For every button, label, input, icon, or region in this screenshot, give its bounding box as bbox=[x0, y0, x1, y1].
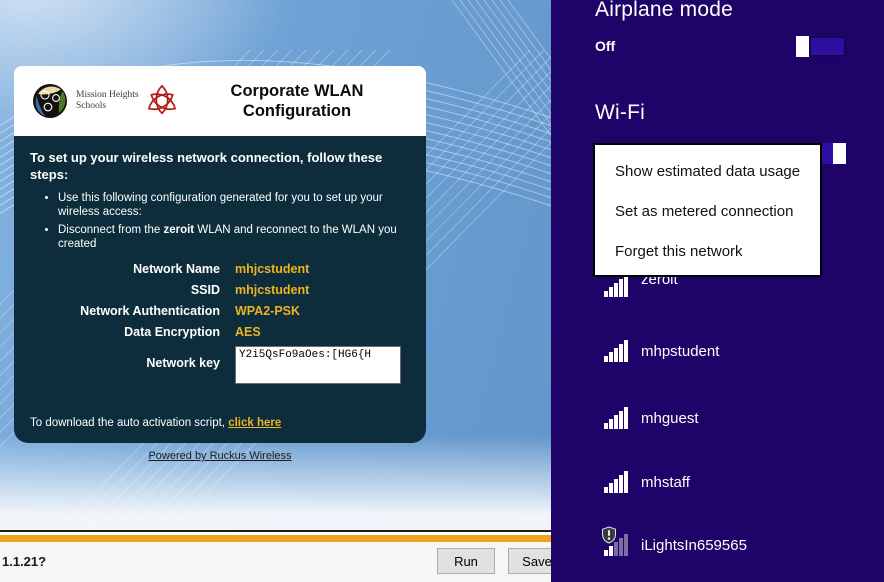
steps-list: Use this following configuration generat… bbox=[46, 192, 410, 251]
toggle-knob bbox=[796, 36, 809, 57]
wifi-signal-icon bbox=[604, 471, 628, 493]
school-koru-logo-icon bbox=[32, 83, 68, 119]
network-name: mhguest bbox=[641, 410, 699, 427]
field-label: SSID bbox=[30, 283, 220, 297]
field-value: WPA2-PSK bbox=[235, 304, 300, 318]
field-label: Network Name bbox=[30, 262, 220, 276]
step-item: Use this following configuration generat… bbox=[58, 192, 410, 219]
powered-by: Powered by Ruckus Wireless bbox=[14, 446, 426, 464]
field-label: Data Encryption bbox=[30, 325, 220, 339]
network-item-mhpstudent[interactable]: mhpstudent bbox=[604, 339, 719, 363]
intro-text: To set up your wireless network connecti… bbox=[30, 149, 422, 183]
field-row-network-key: Network key Y2i5QsFo9aOes:[HG6{H bbox=[30, 346, 410, 384]
menu-item-show-estimated-data-usage[interactable]: Show estimated data usage bbox=[595, 152, 820, 192]
network-name: iLightsIn659565 bbox=[641, 537, 747, 554]
network-key-field[interactable]: Y2i5QsFo9aOes:[HG6{H bbox=[235, 346, 401, 384]
triquetra-icon bbox=[144, 80, 180, 122]
wifi-signal-weak-icon bbox=[604, 534, 628, 556]
notification-warning-stripe bbox=[0, 535, 551, 542]
screen: Mission Heights Schools Corporate WLAN C… bbox=[0, 0, 884, 582]
wifi-signal-icon bbox=[604, 340, 628, 362]
config-fields: Network Name mhjcstudent SSID mhjcstuden… bbox=[30, 262, 410, 384]
download-notification-bar: 1.1.21? Run Save bbox=[0, 530, 551, 582]
menu-item-set-as-metered-connection[interactable]: Set as metered connection bbox=[595, 192, 820, 232]
save-button[interactable]: Save bbox=[508, 548, 551, 574]
network-item-mhstaff[interactable]: mhstaff bbox=[604, 470, 690, 494]
field-row-ssid: SSID mhjcstudent bbox=[30, 283, 410, 297]
network-item-zeroit[interactable]: zeroit bbox=[604, 274, 678, 298]
wifi-signal-icon bbox=[604, 275, 628, 297]
field-label: Network Authentication bbox=[30, 304, 220, 318]
wlan-config-card: Mission Heights Schools Corporate WLAN C… bbox=[14, 66, 426, 443]
network-context-menu: Show estimated data usage Set as metered… bbox=[593, 143, 822, 277]
download-script-line: To download the auto activation script, … bbox=[30, 417, 410, 429]
airplane-mode-toggle[interactable] bbox=[796, 36, 846, 57]
card-body: To set up your wireless network connecti… bbox=[14, 136, 426, 443]
network-key-label: Network key bbox=[30, 346, 220, 384]
toggle-track bbox=[809, 36, 846, 57]
browser-page: Mission Heights Schools Corporate WLAN C… bbox=[0, 0, 551, 582]
download-message: 1.1.21? bbox=[2, 554, 46, 569]
field-value: mhjcstudent bbox=[235, 262, 309, 276]
toggle-knob bbox=[833, 143, 846, 164]
field-row-authentication: Network Authentication WPA2-PSK bbox=[30, 304, 410, 318]
powered-by-link[interactable]: Powered by Ruckus Wireless bbox=[148, 450, 291, 462]
network-name: mhpstudent bbox=[641, 343, 719, 360]
field-row-encryption: Data Encryption AES bbox=[30, 325, 410, 339]
network-item-ilightsin659565[interactable]: iLightsIn659565 bbox=[604, 533, 747, 557]
airplane-mode-heading: Airplane mode bbox=[595, 0, 733, 22]
field-row-network-name: Network Name mhjcstudent bbox=[30, 262, 410, 276]
page-title: Corporate WLAN Configuration bbox=[180, 81, 414, 121]
card-header: Mission Heights Schools Corporate WLAN C… bbox=[14, 66, 426, 136]
field-value: mhjcstudent bbox=[235, 283, 309, 297]
click-here-link[interactable]: click here bbox=[228, 417, 281, 429]
network-name: mhstaff bbox=[641, 474, 690, 491]
school-name: Mission Heights Schools bbox=[76, 90, 140, 112]
notification-body: 1.1.21? Run Save bbox=[0, 542, 551, 582]
wifi-heading: Wi-Fi bbox=[595, 101, 645, 125]
step-item: Disconnect from the zeroit WLAN and reco… bbox=[58, 224, 410, 251]
menu-item-forget-this-network[interactable]: Forget this network bbox=[595, 232, 820, 272]
airplane-mode-state: Off bbox=[595, 38, 615, 54]
wifi-signal-icon bbox=[604, 407, 628, 429]
network-item-mhguest[interactable]: mhguest bbox=[604, 406, 699, 430]
networks-panel: Airplane mode Off Wi-Fi zeroit mhpstuden… bbox=[551, 0, 884, 582]
field-value: AES bbox=[235, 325, 261, 339]
warning-shield-icon bbox=[601, 526, 617, 544]
run-button[interactable]: Run bbox=[437, 548, 495, 574]
